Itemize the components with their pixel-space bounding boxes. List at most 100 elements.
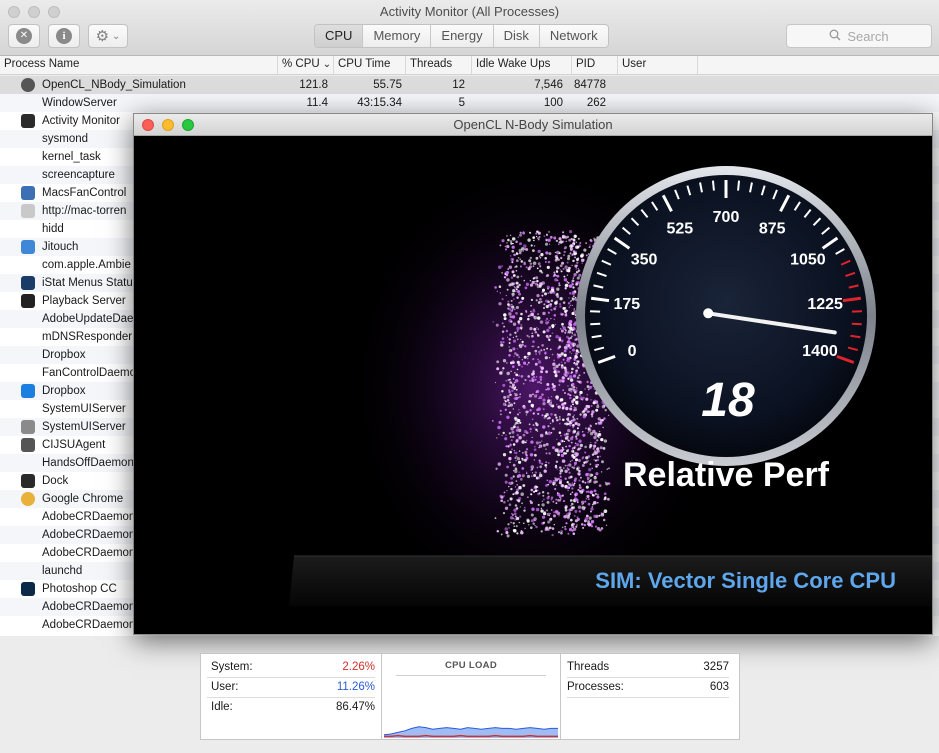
tab-energy[interactable]: Energy	[431, 25, 494, 47]
column-header-pid[interactable]: PID	[572, 56, 618, 74]
column-header-cpu[interactable]: % CPU ⌄	[278, 56, 334, 74]
particle	[587, 431, 589, 434]
particle	[544, 464, 548, 467]
tab-memory[interactable]: Memory	[363, 25, 432, 47]
tab-cpu[interactable]: CPU	[315, 25, 364, 47]
tab-network[interactable]: Network	[540, 25, 608, 47]
particle	[530, 469, 533, 471]
system-load-value: 2.26%	[342, 661, 375, 673]
table-row[interactable]: OpenCL_NBody_Simulation 121.8 55.75 12 7,546…	[0, 76, 939, 94]
systemuiserver-icon	[21, 420, 35, 434]
particle	[570, 352, 573, 355]
particle	[593, 237, 596, 240]
particle	[551, 324, 555, 328]
particle	[603, 498, 606, 501]
particle	[510, 276, 514, 279]
particle	[593, 476, 597, 480]
particle	[527, 267, 531, 271]
nbody-minimize-button[interactable]	[162, 119, 174, 131]
column-header-process-name[interactable]: Process Name	[0, 56, 278, 74]
search-input[interactable]: Search	[786, 24, 932, 48]
particle	[515, 270, 518, 272]
particle	[555, 334, 559, 339]
particle	[561, 312, 565, 316]
particle	[532, 277, 535, 280]
particle	[571, 331, 574, 334]
column-header-cpu-time[interactable]: CPU Time	[334, 56, 406, 74]
particle	[567, 302, 571, 305]
particle	[525, 454, 529, 457]
particle	[506, 288, 509, 291]
particle	[537, 476, 541, 480]
particle	[578, 273, 582, 277]
particle	[503, 500, 506, 504]
particle	[510, 282, 514, 286]
action-menu-button[interactable]: ⚙ ⌄	[88, 24, 128, 48]
particle	[572, 484, 575, 486]
particle	[549, 290, 553, 294]
particle	[528, 394, 533, 398]
particle	[529, 427, 532, 431]
particle	[510, 439, 513, 442]
particle	[556, 292, 559, 295]
particle	[567, 337, 571, 340]
particle	[530, 501, 533, 505]
particle	[586, 380, 589, 384]
particle	[515, 388, 518, 391]
particle	[576, 366, 579, 369]
column-header-idle-wake-ups[interactable]: Idle Wake Ups	[472, 56, 572, 74]
particle	[576, 467, 579, 470]
particle	[503, 313, 507, 317]
particle	[544, 292, 547, 296]
particle	[555, 498, 558, 501]
particle	[556, 397, 559, 400]
particle	[535, 353, 537, 355]
particle	[537, 503, 540, 506]
particle	[575, 268, 577, 270]
table-row[interactable]: WindowServer 11.4 43:15.34 5 100 262	[0, 94, 939, 112]
nbody-close-button[interactable]	[142, 119, 154, 131]
particle	[571, 367, 574, 371]
particle	[568, 463, 572, 467]
particle	[605, 524, 608, 526]
particle	[585, 427, 587, 430]
particle	[573, 275, 575, 278]
tab-disk[interactable]: Disk	[494, 25, 540, 47]
particle	[573, 506, 576, 508]
particle	[579, 489, 582, 493]
nbody-zoom-button[interactable]	[182, 119, 194, 131]
particle	[514, 378, 519, 383]
particle	[553, 271, 556, 274]
particle	[520, 312, 523, 316]
particle	[600, 512, 603, 514]
particle	[521, 359, 523, 361]
particle	[504, 248, 508, 251]
quit-process-button[interactable]: ✕	[8, 24, 40, 48]
particle	[538, 492, 541, 495]
particle	[578, 484, 581, 487]
column-header-threads[interactable]: Threads	[406, 56, 472, 74]
particle	[535, 507, 540, 512]
particle	[539, 465, 543, 469]
particle	[607, 497, 610, 501]
particle	[573, 414, 575, 416]
particle	[598, 430, 601, 433]
particle	[532, 370, 535, 373]
view-tabs: CPU Memory Energy Disk Network	[314, 24, 609, 48]
gauge-tick-label: 175	[614, 296, 641, 313]
particle	[587, 498, 590, 501]
particle	[571, 321, 573, 323]
particle	[537, 328, 540, 330]
particle	[500, 499, 504, 503]
particle	[537, 334, 540, 337]
column-header-user[interactable]: User	[618, 56, 698, 74]
particle	[534, 282, 538, 286]
particle	[573, 500, 576, 503]
particle	[516, 483, 519, 486]
inspect-process-button[interactable]: i	[48, 24, 80, 48]
particle	[569, 499, 573, 502]
particle	[535, 441, 539, 445]
particle	[574, 442, 577, 445]
particle	[530, 465, 535, 469]
particle	[593, 459, 595, 461]
